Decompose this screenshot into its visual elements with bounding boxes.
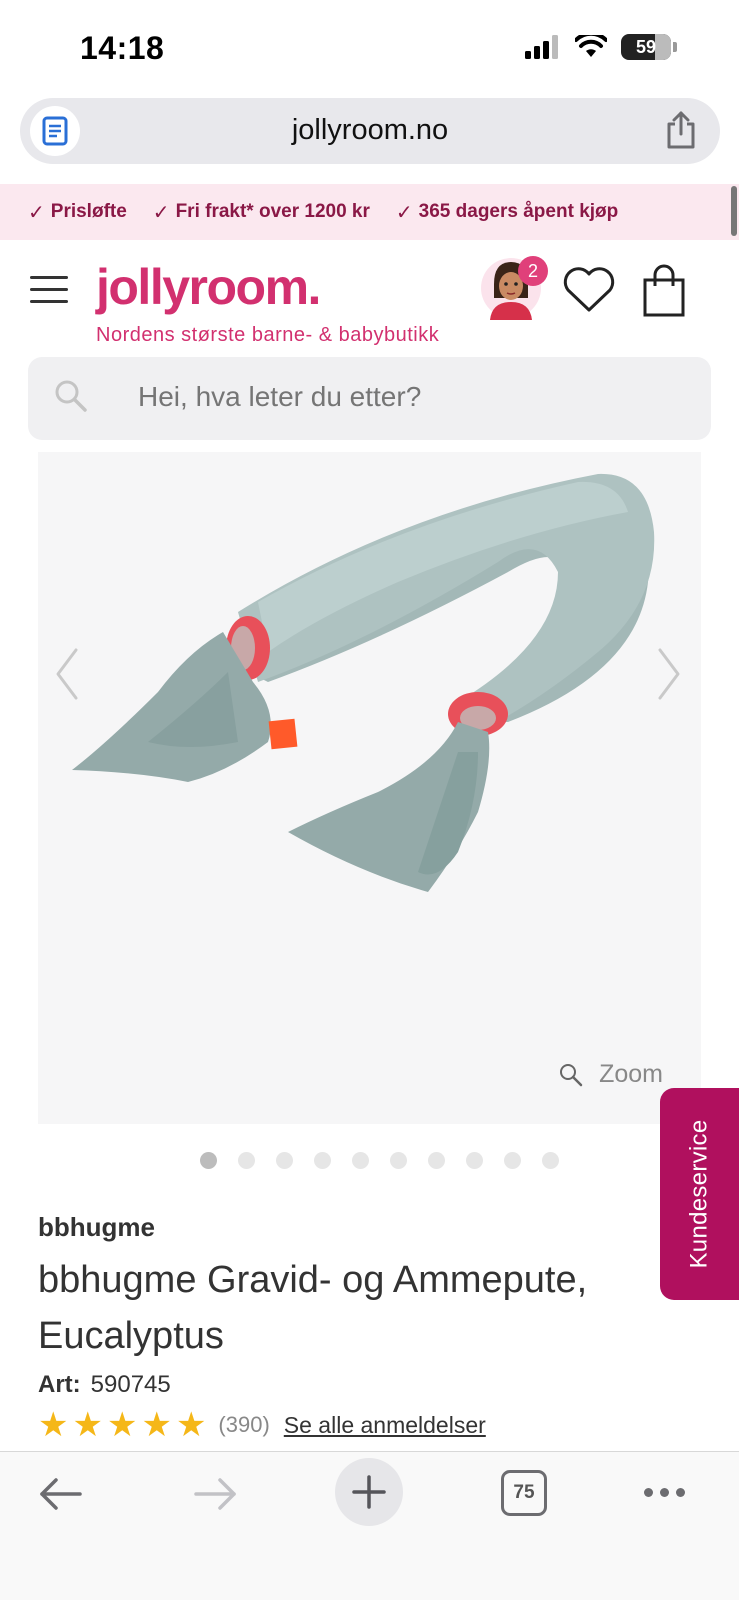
battery-icon: 59 xyxy=(621,34,671,60)
pagination-dot[interactable] xyxy=(276,1152,293,1169)
article-value: 590745 xyxy=(90,1371,171,1398)
address-bar[interactable]: jollyroom.no xyxy=(20,98,720,164)
pagination-dot[interactable] xyxy=(428,1152,445,1169)
checkmark-icon: ✓ xyxy=(28,201,45,224)
pagination-dot[interactable] xyxy=(200,1152,217,1169)
checkmark-icon: ✓ xyxy=(152,201,170,224)
plus-icon xyxy=(352,1475,386,1509)
pagination-dot[interactable] xyxy=(504,1152,521,1169)
notification-badge[interactable]: 2 xyxy=(518,256,548,286)
product-rating[interactable]: ★ ★ ★ ★ ★ (390) Se alle anmeldelser xyxy=(38,1408,486,1442)
back-arrow-icon[interactable] xyxy=(38,1476,84,1517)
star-icon: ★ xyxy=(175,1406,207,1444)
gallery-pagination xyxy=(200,1152,559,1169)
site-header: jollyroom. Nordens største barne- & baby… xyxy=(0,240,739,350)
usp-item: ✓ 365 dagers åpent kjøp xyxy=(396,200,618,225)
magnifier-icon xyxy=(560,1063,583,1086)
customer-service-label: Kundeservice xyxy=(685,1119,713,1269)
search-bar[interactable] xyxy=(28,357,711,440)
usp-item: ✓ Fri frakt* over 1200 kr xyxy=(153,200,370,225)
new-tab-button[interactable] xyxy=(335,1458,403,1526)
status-icons: 59 xyxy=(525,34,677,60)
more-options-icon[interactable] xyxy=(644,1488,685,1497)
pagination-dot[interactable] xyxy=(238,1152,255,1169)
product-title: bbhugme Gravid- og Ammepute, Eucalyptus xyxy=(38,1259,588,1357)
cellular-signal-icon xyxy=(525,35,558,59)
product-image[interactable] xyxy=(38,452,701,1124)
review-count: (390) xyxy=(218,1412,270,1437)
menu-icon[interactable] xyxy=(30,276,68,304)
battery-indicator: 59 xyxy=(621,34,677,60)
heart-icon[interactable] xyxy=(562,266,616,319)
usp-label: Fri frakt* over 1200 kr xyxy=(175,201,370,222)
tab-switcher-button[interactable]: 75 xyxy=(501,1470,547,1516)
status-time: 14:18 xyxy=(80,30,165,66)
forward-arrow-icon[interactable] xyxy=(192,1476,238,1517)
star-icon: ★ xyxy=(106,1406,138,1444)
battery-percent: 59 xyxy=(635,36,657,57)
wifi-icon xyxy=(575,35,607,57)
pagination-dot[interactable] xyxy=(314,1152,331,1169)
pagination-dot[interactable] xyxy=(352,1152,369,1169)
checkmark-icon: ✓ xyxy=(395,201,413,224)
browser-toolbar: 75 xyxy=(0,1451,739,1600)
scrollbar[interactable] xyxy=(731,186,737,236)
shopping-bag-icon[interactable] xyxy=(642,264,686,323)
article-number: Art: 590745 xyxy=(38,1371,171,1399)
url-text[interactable]: jollyroom.no xyxy=(20,114,720,147)
zoom-label: Zoom xyxy=(599,1060,663,1088)
product-image-gallery[interactable]: Zoom xyxy=(38,452,701,1124)
next-image-arrow[interactable] xyxy=(658,648,680,700)
search-icon xyxy=(54,379,88,418)
product-brand[interactable]: bbhugme xyxy=(38,1212,155,1243)
pagination-dot[interactable] xyxy=(466,1152,483,1169)
article-label: Art: xyxy=(38,1371,81,1398)
usp-label: 365 dagers åpent kjøp xyxy=(418,201,619,222)
usp-banner: ✓ Prisløfte ✓ Fri frakt* over 1200 kr ✓ … xyxy=(0,184,739,240)
usp-item: ✓ Prisløfte xyxy=(28,200,127,225)
share-icon[interactable] xyxy=(664,110,698,155)
star-icon: ★ xyxy=(72,1406,103,1444)
search-input[interactable] xyxy=(138,381,678,413)
site-logo[interactable]: jollyroom. xyxy=(96,258,321,316)
site-tagline: Nordens største barne- & babybutikk xyxy=(96,324,440,346)
pagination-dot[interactable] xyxy=(390,1152,407,1169)
status-bar: 14:18 59 xyxy=(0,0,739,92)
usp-label: Prisløfte xyxy=(50,201,127,222)
zoom-button[interactable]: Zoom xyxy=(559,1060,663,1089)
pagination-dot[interactable] xyxy=(542,1152,559,1169)
see-all-reviews-link[interactable]: Se alle anmeldelser xyxy=(284,1412,486,1439)
previous-image-arrow[interactable] xyxy=(56,648,78,700)
star-icon: ★ xyxy=(141,1406,172,1444)
star-icon: ★ xyxy=(38,1406,69,1444)
